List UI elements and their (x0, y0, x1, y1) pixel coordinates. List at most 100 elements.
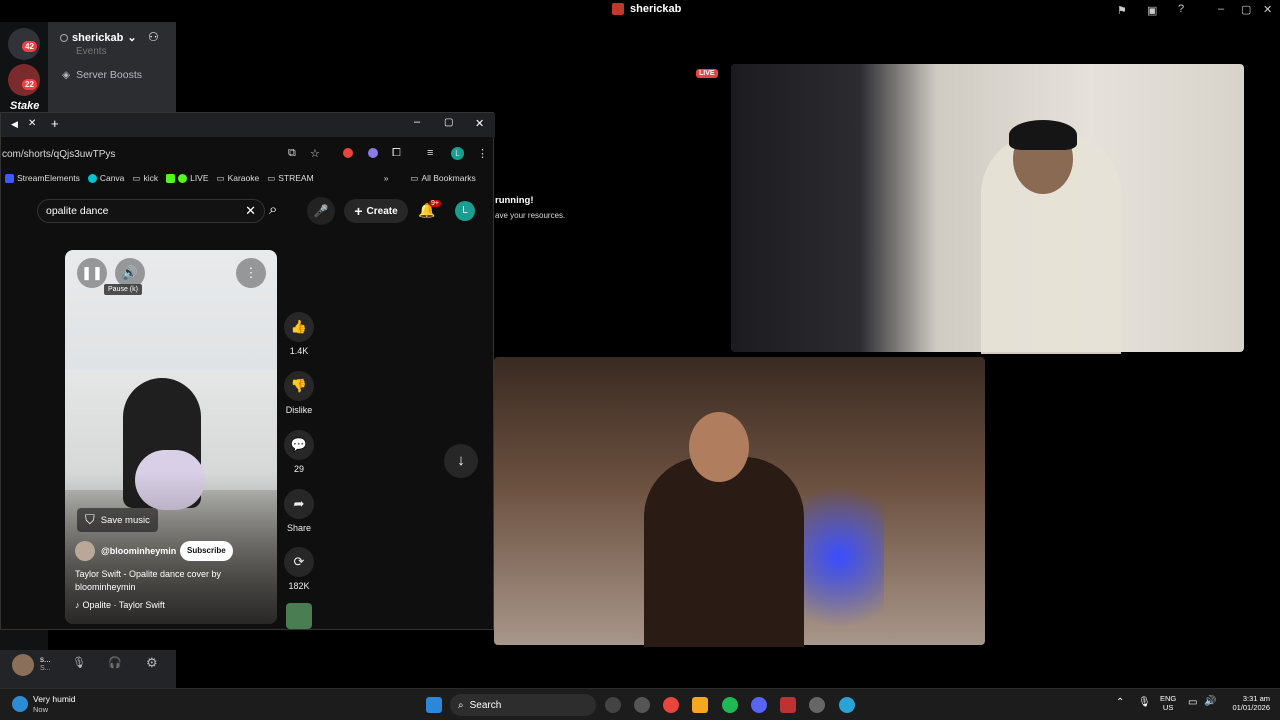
search-input[interactable]: opalite dance ✕ (37, 199, 265, 223)
user-dropdown[interactable]: sherickab ⌄ (60, 31, 137, 44)
close-icon[interactable]: ✕ (475, 117, 484, 130)
bookmark-live[interactable]: LIVE (166, 173, 209, 183)
comment-icon[interactable]: 💬 (284, 430, 314, 460)
app-icon[interactable] (780, 697, 796, 713)
lang-label: ENG (1160, 694, 1177, 703)
extension-icon[interactable] (368, 148, 378, 158)
like-action[interactable]: 👍 1.4K (279, 312, 319, 356)
save-music-button[interactable]: ⛉ Save music (77, 508, 158, 532)
clock[interactable]: 3:31 am 01/01/2026 (1226, 694, 1270, 712)
media-controls-icon[interactable]: ≡ (427, 147, 433, 159)
app-icon[interactable] (692, 697, 708, 713)
minimize-icon[interactable]: – (1218, 3, 1224, 15)
share-action[interactable]: ➦ Share (279, 489, 319, 533)
bookmark-stream[interactable]: ▭ STREAM (267, 173, 313, 184)
more-vert-icon: ⋮ (244, 265, 258, 280)
profile-avatar[interactable]: L (451, 147, 464, 160)
comments-action[interactable]: 💬 29 (279, 430, 319, 474)
extensions-puzzle-icon[interactable]: ⧠ (392, 147, 401, 160)
language-indicator[interactable]: ENG US (1160, 694, 1176, 712)
remix-icon[interactable]: ⟳ (284, 547, 314, 577)
telegram-icon[interactable] (839, 697, 855, 713)
bookmark-icon: ⛉ (85, 512, 95, 527)
network-icon[interactable]: ▭ (1188, 697, 1197, 708)
subscribe-button[interactable]: Subscribe (180, 541, 233, 561)
microphone-icon[interactable]: 🎙 (1138, 697, 1151, 708)
pause-button[interactable]: ❚❚ (77, 258, 107, 288)
channel-events[interactable]: Events (76, 46, 107, 57)
maximize-icon[interactable]: ▢ (444, 117, 453, 128)
new-tab-icon[interactable]: + (51, 116, 59, 131)
folder-icon: ▭ (132, 172, 141, 183)
user-name: sherickab (72, 31, 124, 44)
menu-dots-icon[interactable]: ⋮ (477, 147, 488, 160)
thumbs-down-icon[interactable]: 👎 (284, 371, 314, 401)
install-icon[interactable]: ⧉ (288, 147, 296, 160)
chevron-up-icon[interactable]: ⌃ (1116, 697, 1124, 708)
shorts-video-player[interactable]: ❚❚ 🔊 ⋮ Pause (k) ⛉ Save music @bloominhe… (65, 250, 277, 624)
microphone-icon[interactable]: 🎙 (72, 656, 86, 669)
windows-start-icon[interactable] (426, 697, 442, 713)
account-avatar[interactable]: L (455, 201, 475, 221)
create-button[interactable]: + Create (344, 199, 408, 223)
spotify-icon[interactable] (722, 697, 738, 713)
home-badge: 42 (22, 41, 37, 52)
voice-search-icon[interactable]: 🎤 (307, 197, 335, 225)
folder-icon: ▭ (410, 172, 419, 183)
volume-icon[interactable]: 🔊 (1204, 696, 1216, 707)
bookmark-star-icon[interactable]: ☆ (310, 147, 320, 160)
channel-server-boosts[interactable]: ◈ Server Boosts (62, 69, 142, 81)
clear-search-icon[interactable]: ✕ (245, 203, 256, 219)
bookmark-canva[interactable]: Canva (87, 173, 124, 183)
app-icon[interactable] (605, 697, 621, 713)
tab-audio-icon[interactable]: ◀ (11, 119, 18, 130)
music-note-icon: ♪ (75, 600, 80, 610)
weather-icon[interactable] (12, 696, 28, 712)
next-video-arrow-icon[interactable]: ↓ (444, 444, 478, 478)
tab-close-icon[interactable]: ✕ (28, 118, 36, 129)
person-figure (644, 457, 804, 647)
inbox-icon[interactable]: ⚑ (1117, 4, 1127, 17)
minimize-icon[interactable]: – (414, 116, 420, 128)
headphones-icon[interactable]: 🎧 (108, 656, 122, 669)
channel-name[interactable]: @bloominheymin (101, 546, 176, 556)
chrome-icon[interactable] (663, 697, 679, 713)
live-dot-icon (178, 173, 188, 183)
help-icon[interactable]: ? (1178, 3, 1184, 15)
bookmark-streamelements[interactable]: StreamElements (5, 173, 80, 183)
server-badge: 22 (22, 79, 37, 90)
search-icon[interactable]: ⌕ (269, 201, 277, 218)
remix-action[interactable]: ⟳ 182K (279, 547, 319, 591)
more-options-button[interactable]: ⋮ (236, 258, 266, 288)
app-icon[interactable] (634, 697, 650, 713)
panel-user-status: S... (40, 665, 51, 672)
discord-icon[interactable] (751, 697, 767, 713)
weather-title[interactable]: Very humid (33, 694, 76, 704)
screen-share-icon[interactable]: ▣ (1147, 4, 1157, 17)
settings-gear-icon[interactable]: ⚙ (146, 655, 158, 671)
close-icon[interactable]: ✕ (1263, 3, 1272, 16)
stream-tile-2[interactable] (494, 357, 985, 647)
share-icon[interactable]: ➦ (284, 489, 314, 519)
channel-avatar[interactable] (75, 541, 95, 561)
add-friend-icon[interactable]: ⚇ (148, 30, 159, 44)
save-music-label: Save music (100, 514, 150, 526)
more-bookmarks-icon[interactable]: » (384, 173, 389, 183)
app-icon[interactable] (809, 697, 825, 713)
maximize-icon[interactable]: ▢ (1241, 3, 1251, 16)
all-bookmarks[interactable]: ▭ All Bookmarks (410, 173, 475, 184)
user-avatar[interactable] (12, 654, 34, 676)
dislike-action[interactable]: 👎 Dislike (279, 371, 319, 415)
extension-icon[interactable] (343, 148, 353, 158)
bookmark-kick[interactable]: ▭ kick (132, 173, 158, 184)
bookmark-icon (87, 173, 97, 183)
stake-server-icon[interactable]: Stake (10, 100, 39, 112)
music-link[interactable]: ♪ Opalite · Taylor Swift (75, 600, 165, 610)
taskbar-search[interactable]: ⌕ Search (450, 694, 596, 716)
bookmark-karaoke[interactable]: ▭ Karaoke (217, 173, 260, 184)
video-title[interactable]: Taylor Swift - Opalite dance cover by bl… (75, 568, 255, 594)
address-bar[interactable]: com/shorts/qQjs3uwTPys ⧉ ☆ ⧠ ≡ L ⋮ (1, 143, 495, 165)
sound-thumbnail[interactable] (286, 603, 312, 629)
stream-tile-1[interactable] (731, 64, 1244, 354)
thumbs-up-icon[interactable]: 👍 (284, 312, 314, 342)
